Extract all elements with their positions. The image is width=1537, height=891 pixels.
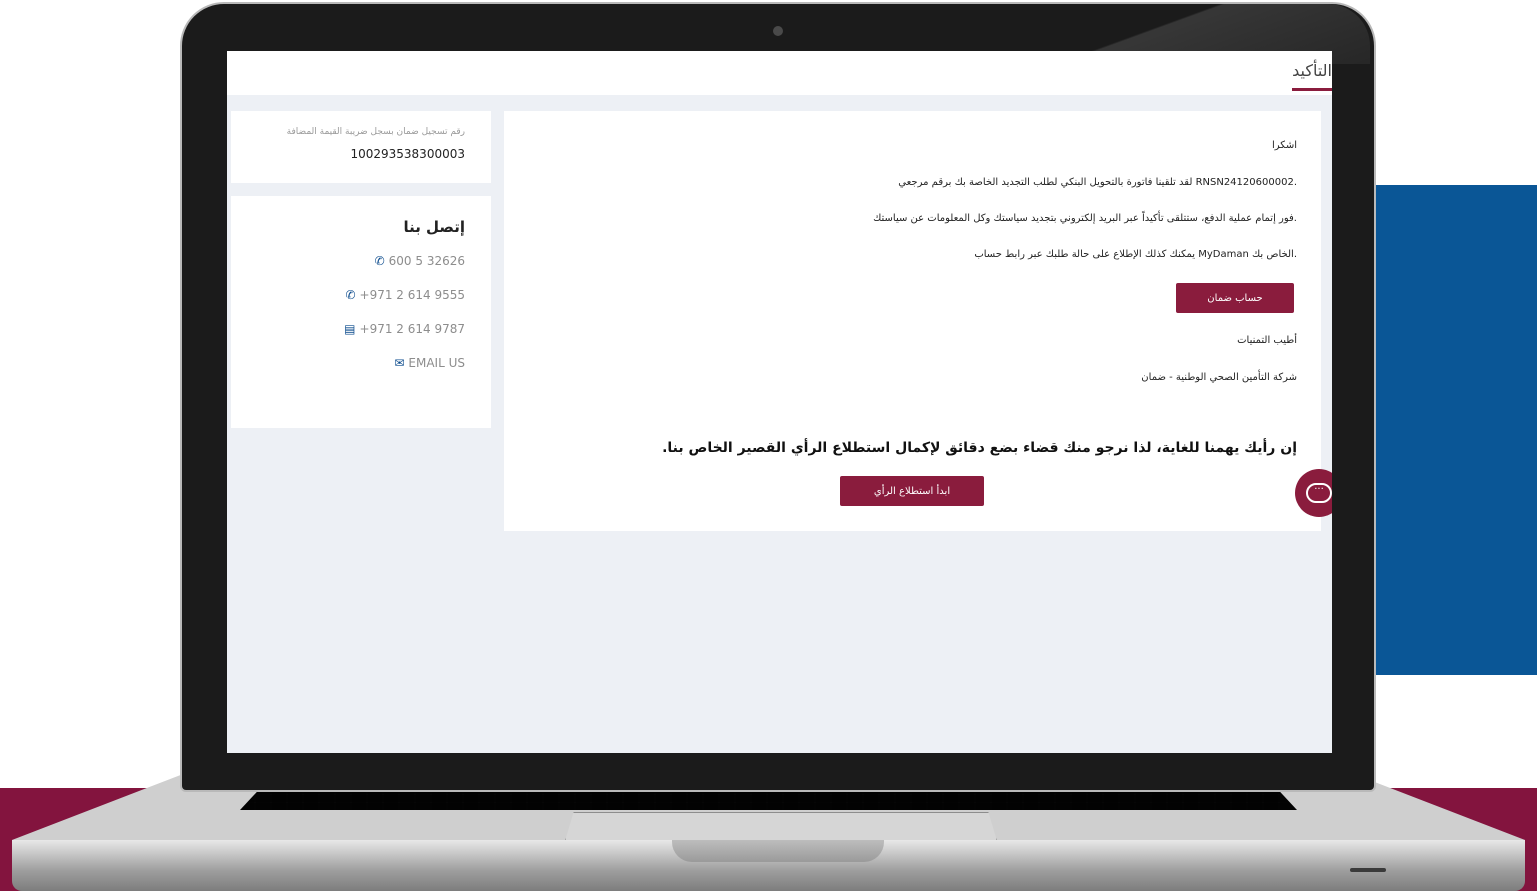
laptop-indicator-light [1350, 868, 1386, 872]
fax-row: ▤ +971 2 614 9787 [344, 322, 465, 336]
confirmation-card: اشكرا .RNSN24120600002 لقد تلقينا فاتورة… [504, 111, 1321, 531]
fax-number: +971 2 614 9787 [359, 322, 465, 336]
chat-icon: ··· [1306, 483, 1332, 503]
email-label: EMAIL US [408, 356, 465, 370]
fax-icon: ▤ [344, 322, 356, 336]
phone-link-2[interactable]: ✆ +971 2 614 9555 [345, 288, 465, 302]
survey-heading: إن رأيك يهمنا للغاية، لذا نرجو منك قضاء … [662, 440, 1297, 456]
top-bar: التأكيد [227, 51, 1332, 95]
vat-registration-card: رقم تسجيل ضمان بسجل ضريبة القيمة المضافة… [231, 111, 491, 183]
phone-icon: ✆ [374, 254, 385, 268]
background-blue-panel [1376, 185, 1537, 675]
tab-confirmation[interactable]: التأكيد [1292, 61, 1332, 91]
phone-number-1: 600 5 32626 [388, 254, 465, 268]
vat-registration-number: 100293538300003 [350, 147, 465, 161]
confirmation-line-2: .فور إتمام عملية الدفع، ستتلقى تأكيداً ع… [873, 213, 1297, 224]
regards-text: أطيب التمنيات [1237, 335, 1297, 346]
phone-link-1[interactable]: ✆ 600 5 32626 [375, 254, 465, 268]
email-link[interactable]: ✉ EMAIL US [394, 356, 465, 370]
phone-icon: ✆ [345, 288, 356, 302]
thanks-text: اشكرا [1272, 140, 1297, 151]
camera-icon [773, 26, 783, 36]
envelope-icon: ✉ [394, 356, 405, 370]
daman-account-button[interactable]: حساب ضمان [1176, 283, 1294, 313]
contact-card: إتصل بنا ✆ 600 5 32626 ✆ +971 2 614 9555 ▤… [231, 196, 491, 428]
company-name: شركة التأمين الصحي الوطنية - ضمان [1141, 372, 1297, 383]
phone-number-2: +971 2 614 9555 [359, 288, 465, 302]
laptop-lid-notch [672, 840, 884, 862]
confirmation-line-3: .الخاص بك MyDaman يمكنك كذلك الإطلاع على… [974, 249, 1297, 260]
laptop-trackpad [565, 812, 997, 841]
confirmation-line-1: .RNSN24120600002 لقد تلقينا فاتورة بالتح… [898, 177, 1297, 188]
start-survey-button[interactable]: ابدأ استطلاع الرأي [840, 476, 984, 506]
vat-registration-label: رقم تسجيل ضمان بسجل ضريبة القيمة المضافة [286, 127, 465, 137]
laptop-screen: التأكيد رقم تسجيل ضمان بسجل ضريبة القيمة… [227, 51, 1332, 753]
contact-title: إتصل بنا [403, 218, 465, 236]
